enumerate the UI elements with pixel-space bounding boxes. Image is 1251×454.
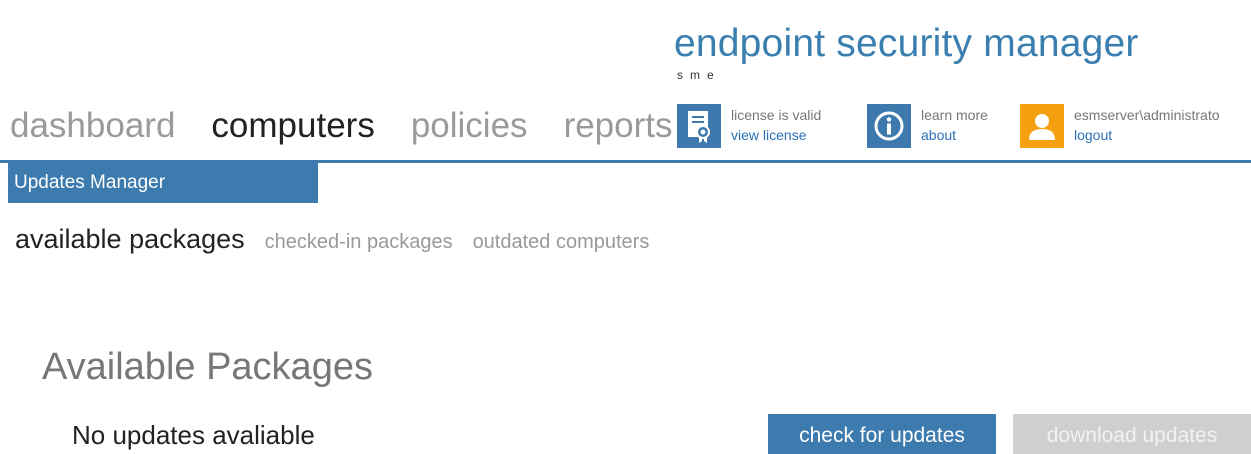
- sub-nav: available packages checked-in packages o…: [15, 224, 669, 258]
- nav-policies[interactable]: policies: [411, 106, 528, 146]
- license-status: license is valid: [731, 107, 822, 123]
- nav-computers[interactable]: computers: [211, 106, 374, 146]
- user-info: esmserver\administrato logout: [1020, 104, 1220, 148]
- page-title: Available Packages: [42, 346, 373, 388]
- empty-state-message: No updates avaliable: [72, 420, 315, 450]
- nav-reports[interactable]: reports: [564, 106, 673, 146]
- certificate-icon[interactable]: [677, 104, 721, 148]
- learn-more-text: learn more: [921, 107, 988, 123]
- user-icon[interactable]: [1020, 104, 1064, 148]
- logout-link[interactable]: logout: [1074, 125, 1220, 145]
- tab-outdated-computers[interactable]: outdated computers: [473, 231, 650, 254]
- view-license-link[interactable]: view license: [731, 125, 821, 145]
- section-title: Updates Manager: [8, 163, 318, 203]
- download-updates-button[interactable]: download updates: [1013, 414, 1251, 454]
- info-icon[interactable]: [867, 104, 911, 148]
- user-name: esmserver\administrato: [1074, 107, 1220, 123]
- app-subtitle: sme: [677, 68, 721, 82]
- help-info: learn more about: [867, 104, 988, 148]
- app-title: endpoint security manager: [674, 22, 1139, 65]
- main-nav: dashboard computers policies reports: [10, 101, 709, 151]
- nav-dashboard[interactable]: dashboard: [10, 106, 175, 146]
- check-for-updates-button[interactable]: check for updates: [768, 414, 996, 454]
- tab-available-packages[interactable]: available packages: [15, 224, 245, 255]
- page: endpoint security manager sme dashboard …: [0, 0, 1251, 454]
- license-info: license is valid view license: [677, 104, 821, 148]
- about-link[interactable]: about: [921, 125, 988, 145]
- tab-checked-in-packages[interactable]: checked-in packages: [265, 231, 453, 254]
